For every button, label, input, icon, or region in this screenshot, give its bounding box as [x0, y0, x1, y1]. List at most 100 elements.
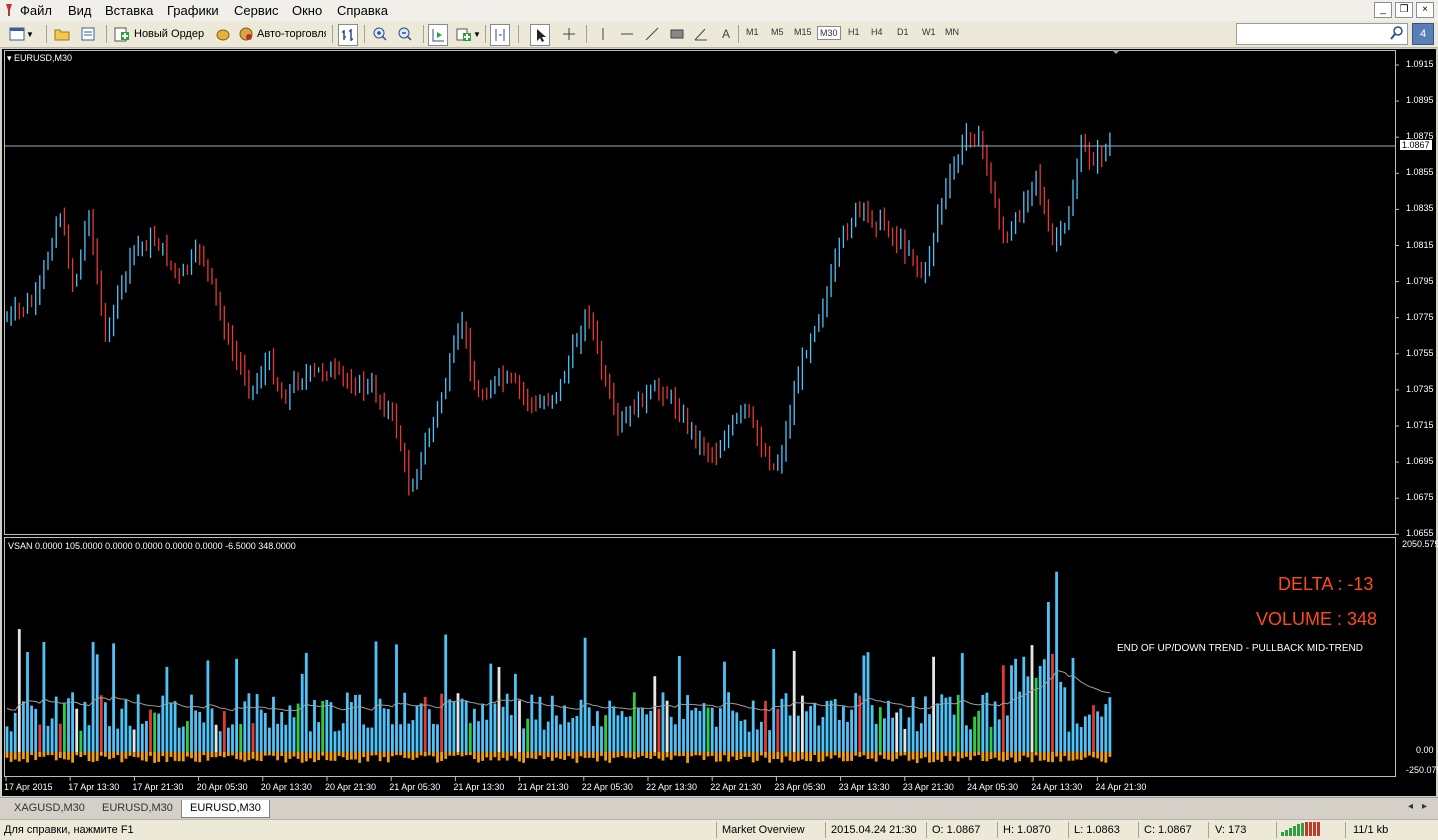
- volume-bar: [772, 648, 776, 752]
- volume-bar: [132, 729, 136, 752]
- timeframe-m15[interactable]: M15: [792, 26, 814, 38]
- volume-bar: [743, 719, 747, 752]
- auto-trading-button[interactable]: Авто-торговля: [238, 24, 326, 44]
- volume-bar: [1083, 716, 1087, 752]
- angle-icon: [692, 25, 710, 43]
- volume-bar: [653, 676, 657, 752]
- delta-bar: [1092, 752, 1095, 758]
- search-icon[interactable]: [1390, 25, 1404, 41]
- volume-bar: [505, 693, 509, 752]
- volume-bar: [870, 705, 874, 752]
- tab-prev-icon[interactable]: ◂: [1408, 801, 1413, 812]
- notifications-badge[interactable]: 4: [1412, 23, 1434, 45]
- timeframe-m1[interactable]: M1: [744, 26, 761, 38]
- delta-bar: [694, 752, 698, 756]
- profile-name[interactable]: Market Overview: [722, 824, 805, 836]
- volume-bar: [382, 708, 386, 752]
- delta-bar: [116, 752, 120, 756]
- menu-view[interactable]: Вид: [68, 3, 92, 18]
- search-input[interactable]: [1236, 23, 1408, 45]
- fibonacci-button[interactable]: [692, 24, 710, 44]
- timeframe-h4[interactable]: H4: [869, 26, 885, 38]
- delta-bar: [714, 752, 718, 762]
- tab-next-icon[interactable]: ▸: [1422, 801, 1427, 812]
- volume-bar: [538, 696, 542, 752]
- profiles-button[interactable]: [53, 24, 71, 44]
- new-order-button[interactable]: Новый Ордер: [113, 24, 204, 44]
- delta-bar: [805, 752, 808, 762]
- volume-bar: [1051, 653, 1054, 752]
- menu-tools[interactable]: Сервис: [234, 3, 279, 18]
- delta-bar: [378, 752, 382, 762]
- delta-bar: [911, 752, 915, 760]
- cursor-button[interactable]: [530, 24, 550, 46]
- delta-bar: [489, 752, 493, 761]
- delta-bar: [792, 752, 796, 762]
- rectangle-button[interactable]: [668, 24, 686, 44]
- delta-bar: [1047, 752, 1050, 762]
- volume-bar: [1071, 657, 1075, 752]
- menu-window[interactable]: Окно: [292, 3, 322, 18]
- delta-bar: [690, 752, 694, 757]
- volume-bar: [448, 699, 452, 752]
- volume-bar: [1030, 645, 1034, 752]
- delta-bar: [214, 752, 218, 758]
- market-watch-button[interactable]: [79, 24, 97, 44]
- delta-bar: [313, 752, 316, 763]
- delta-bar: [34, 752, 38, 761]
- new-chart-button[interactable]: ▼: [8, 24, 34, 44]
- restore-button[interactable]: ❐: [1395, 2, 1413, 18]
- volume-bar: [645, 714, 648, 752]
- delta-bar: [850, 752, 853, 761]
- history-button[interactable]: [214, 24, 232, 44]
- menu-help[interactable]: Справка: [337, 3, 388, 18]
- trend-line-button[interactable]: [643, 24, 661, 44]
- timeframe-d1[interactable]: D1: [895, 26, 911, 38]
- autoscroll-button[interactable]: [428, 24, 448, 46]
- delta-bar: [403, 752, 407, 758]
- tab-eurusd-1[interactable]: EURUSD,M30: [94, 800, 181, 817]
- menu-file[interactable]: Файл: [20, 3, 52, 18]
- timeframe-mn[interactable]: MN: [943, 26, 961, 38]
- volume-bar: [456, 693, 460, 752]
- delta-bar: [120, 752, 124, 763]
- volume-bar: [63, 703, 66, 752]
- volume-bar: [268, 727, 271, 752]
- delta-bar: [1034, 752, 1038, 756]
- delta-bar: [46, 752, 50, 756]
- crosshair-button[interactable]: [560, 24, 578, 44]
- volume-bar: [304, 652, 308, 752]
- delta-bar: [567, 752, 571, 757]
- coin-icon: [214, 25, 232, 43]
- delta-bar: [673, 752, 677, 756]
- volume-bar: [432, 723, 435, 752]
- horizontal-line-button[interactable]: [618, 24, 636, 44]
- status-separator: [1345, 822, 1346, 838]
- menu-charts[interactable]: Графики: [167, 3, 219, 18]
- period-separators-button[interactable]: [490, 24, 510, 46]
- text-button[interactable]: A: [717, 24, 735, 44]
- price-chart[interactable]: [2, 49, 1436, 796]
- timeframe-m30[interactable]: M30: [817, 26, 841, 40]
- tab-xagusd[interactable]: XAGUSD,M30: [6, 800, 93, 817]
- menu-insert[interactable]: Вставка: [105, 3, 153, 18]
- indicators-button[interactable]: ▼: [455, 24, 481, 44]
- vertical-line-button[interactable]: [594, 24, 612, 44]
- bar-chart-button[interactable]: [338, 24, 358, 46]
- volume-bar: [1026, 676, 1030, 752]
- minimize-button[interactable]: _: [1374, 2, 1392, 18]
- close-button[interactable]: ×: [1416, 2, 1434, 18]
- volume-bar: [969, 729, 972, 752]
- tab-eurusd-2[interactable]: EURUSD,M30: [181, 800, 270, 818]
- timeframe-m5[interactable]: M5: [769, 26, 786, 38]
- volume-bar: [395, 644, 398, 752]
- timeframe-w1[interactable]: W1: [920, 26, 938, 38]
- timeframe-h1[interactable]: H1: [846, 26, 862, 38]
- zoom-in-button[interactable]: [371, 24, 389, 44]
- delta-bar: [686, 752, 689, 763]
- volume-bar: [760, 721, 763, 752]
- volume-bar: [641, 708, 644, 752]
- price-tick-label: 1.0715: [1406, 420, 1434, 430]
- chart-window[interactable]: ▾ EURUSD,M30 1.0915 1.0895 1.0875 1.0855 1.0…: [2, 49, 1438, 796]
- zoom-out-button[interactable]: [396, 24, 414, 44]
